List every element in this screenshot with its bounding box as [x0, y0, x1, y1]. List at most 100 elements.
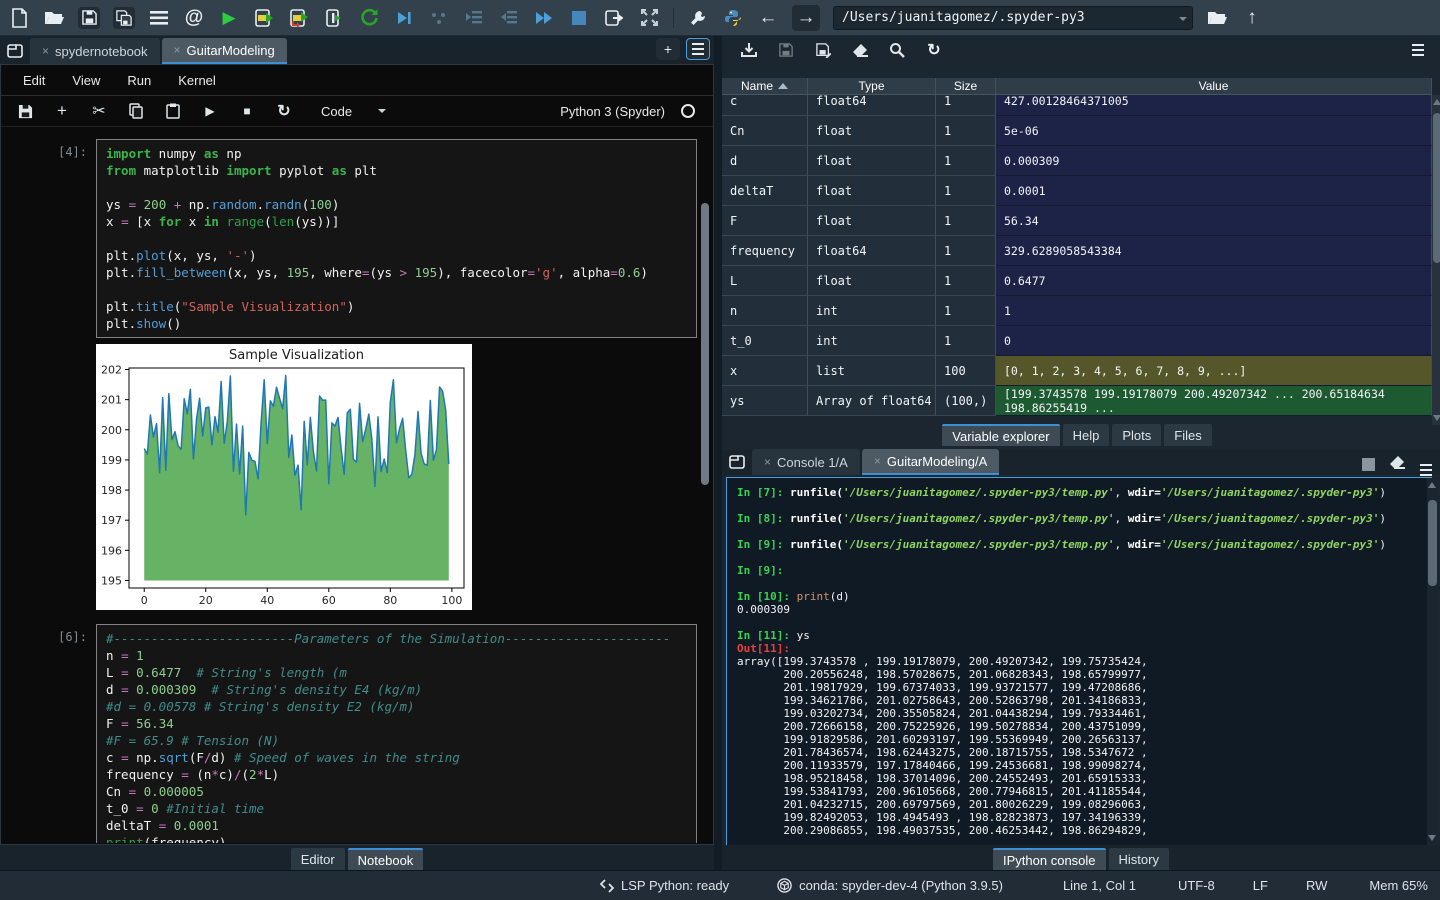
continue-execution-icon[interactable] — [533, 7, 555, 29]
column-header-size[interactable]: Size — [936, 78, 996, 94]
console-tab-console-1-a[interactable]: ×Console 1/A — [752, 449, 860, 475]
step-over-icon[interactable] — [428, 7, 450, 29]
variable-row-t_0[interactable]: t_0int10 — [722, 326, 1432, 356]
forward-icon[interactable]: → — [792, 5, 820, 31]
editor-tab-guitarmodeling[interactable]: ×GuitarModeling — [162, 38, 287, 64]
copy-cell-icon[interactable] — [126, 101, 146, 121]
step-out-icon[interactable] — [498, 7, 520, 29]
interrupt-console-icon[interactable] — [1362, 458, 1375, 471]
variable-explorer-options-icon[interactable] — [1406, 39, 1430, 61]
run-cell-advance-icon[interactable] — [288, 7, 310, 29]
pane-tab-ipython-console[interactable]: IPython console — [993, 848, 1106, 870]
variable-row-x[interactable]: xlist100[0, 1, 2, 3, 4, 5, 6, 7, 8, 9, .… — [722, 356, 1432, 386]
cell-type-dropdown[interactable]: Code — [321, 104, 386, 119]
path-dropdown-caret-icon[interactable] — [1179, 17, 1187, 21]
variable-cell: deltaT — [722, 176, 808, 206]
file-switcher-icon[interactable] — [148, 7, 170, 29]
close-tab-icon[interactable]: × — [42, 44, 49, 58]
pane-tab-files[interactable]: Files — [1164, 424, 1211, 446]
cell-code[interactable]: import numpy as npfrom matplotlib import… — [96, 139, 697, 338]
save-data-as-icon[interactable] — [812, 39, 834, 61]
lsp-status[interactable]: LSP Python: ready — [600, 878, 729, 893]
preferences-wrench-icon[interactable] — [687, 7, 709, 29]
save-icon[interactable] — [78, 7, 100, 29]
cut-cell-icon[interactable]: ✂ — [89, 101, 109, 121]
column-header-value[interactable]: Value — [996, 78, 1432, 94]
menu-run[interactable]: Run — [127, 73, 151, 88]
conda-env-status[interactable]: conda: spyder-dev-4 (Python 3.9.5) — [777, 878, 1003, 893]
console-scrollbar[interactable] — [1427, 478, 1438, 845]
variable-table-scrollbar[interactable] — [1432, 95, 1440, 425]
menu-kernel[interactable]: Kernel — [178, 73, 216, 88]
editor-options-menu-icon[interactable] — [686, 38, 710, 60]
working-directory-input[interactable]: /Users/juanitagomez/.spyder-py3 — [833, 6, 1193, 30]
import-data-icon[interactable] — [738, 39, 760, 61]
add-cell-icon[interactable]: + — [52, 101, 72, 121]
console-browse-tabs-icon[interactable] — [724, 450, 750, 474]
variable-cell: 1 — [996, 296, 1432, 326]
close-tab-icon[interactable]: × — [174, 43, 181, 57]
interrupt-kernel-icon[interactable]: ■ — [237, 101, 257, 121]
maximize-pane-icon[interactable] — [638, 7, 660, 29]
save-all-icon[interactable] — [113, 7, 135, 29]
pane-tab-editor[interactable]: Editor — [291, 848, 345, 870]
restart-kernel-icon[interactable]: ↻ — [274, 101, 294, 121]
variable-row-F[interactable]: Ffloat156.34 — [722, 206, 1432, 236]
new-file-icon[interactable] — [8, 7, 30, 29]
notebook-scrollbar[interactable] — [701, 203, 709, 485]
stop-debug-icon[interactable] — [568, 7, 590, 29]
run-cell-icon[interactable] — [253, 7, 275, 29]
step-into-icon[interactable] — [463, 7, 485, 29]
menu-edit[interactable]: Edit — [23, 73, 45, 88]
console-options-menu-icon[interactable] — [1420, 453, 1432, 476]
back-icon[interactable]: ← — [757, 7, 779, 29]
notebook-save-icon[interactable] — [15, 101, 35, 121]
close-tab-icon[interactable]: × — [874, 454, 881, 468]
notebook-content[interactable]: [4]:import numpy as npfrom matplotlib im… — [1, 127, 713, 843]
code-cell-6[interactable]: [6]:#------------------------Parameters … — [96, 624, 697, 843]
pane-tab-help[interactable]: Help — [1063, 424, 1110, 446]
paste-cell-icon[interactable] — [163, 101, 183, 121]
rerun-cell-icon[interactable] — [358, 7, 380, 29]
search-variable-icon[interactable] — [886, 39, 908, 61]
pane-tab-notebook[interactable]: Notebook — [348, 848, 424, 870]
run-file-icon[interactable]: ▶ — [218, 7, 240, 29]
console-output[interactable]: In [7]: runfile('/Users/juanitagomez/.sp… — [726, 477, 1432, 846]
remove-variables-eraser-icon[interactable] — [849, 39, 871, 61]
variable-row-ys[interactable]: ysArray of float64(100,)[199.3743578 199… — [722, 386, 1432, 416]
menu-view[interactable]: View — [72, 73, 100, 88]
column-header-type[interactable]: Type — [808, 78, 936, 94]
pythonpath-manager-icon[interactable] — [722, 7, 744, 29]
run-external-icon[interactable] — [603, 7, 625, 29]
variable-row-c[interactable]: cfloat641427.00128464371005 — [722, 95, 1432, 116]
browse-tabs-icon[interactable] — [2, 39, 28, 63]
variable-row-deltaT[interactable]: deltaTfloat10.0001 — [722, 176, 1432, 206]
open-file-icon[interactable] — [43, 7, 65, 29]
variable-row-frequency[interactable]: frequencyfloat641329.6289058543384 — [722, 236, 1432, 266]
vertical-splitter[interactable] — [714, 36, 722, 870]
browse-working-directory-icon[interactable] — [1206, 7, 1228, 29]
code-cell-4[interactable]: [4]:import numpy as npfrom matplotlib im… — [96, 139, 697, 338]
editor-tab-spydernotebook[interactable]: ×spydernotebook — [30, 38, 160, 64]
cell-code[interactable]: #------------------------Parameters of t… — [96, 624, 697, 843]
find-symbols-icon[interactable]: @ — [183, 7, 205, 29]
parent-directory-icon[interactable]: ↑ — [1241, 7, 1263, 29]
clear-console-eraser-icon[interactable] — [1389, 455, 1406, 474]
variable-row-Cn[interactable]: Cnfloat15e-06 — [722, 116, 1432, 146]
pane-tab-history[interactable]: History — [1109, 848, 1169, 870]
variable-row-d[interactable]: dfloat10.000309 — [722, 146, 1432, 176]
save-data-icon[interactable] — [775, 39, 797, 61]
refresh-variables-icon[interactable]: ↻ — [923, 39, 945, 61]
variable-rows[interactable]: cfloat641427.00128464371005Cnfloat15e-06… — [722, 95, 1432, 425]
pane-tab-plots[interactable]: Plots — [1112, 424, 1161, 446]
debug-run-to-line-icon[interactable] — [393, 7, 415, 29]
new-tab-button[interactable]: + — [656, 38, 680, 60]
variable-row-n[interactable]: nint11 — [722, 296, 1432, 326]
close-tab-icon[interactable]: × — [764, 455, 771, 469]
console-tab-guitarmodeling-a[interactable]: ×GuitarModeling/A — [862, 449, 999, 475]
variable-row-L[interactable]: Lfloat10.6477 — [722, 266, 1432, 296]
pane-tab-variable-explorer[interactable]: Variable explorer — [942, 424, 1059, 446]
run-cell-play-icon[interactable]: ▶ — [200, 101, 220, 121]
run-selection-icon[interactable] — [323, 7, 345, 29]
column-header-name[interactable]: Name — [722, 78, 808, 94]
